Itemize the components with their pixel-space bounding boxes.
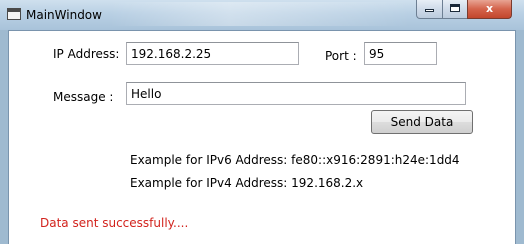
minimize-icon [425,9,434,12]
window-icon[interactable] [7,8,21,20]
minimize-button[interactable] [416,0,443,19]
close-icon: x [485,2,494,15]
title-bar-glass [110,2,410,26]
ip-address-input[interactable] [126,42,299,65]
message-label: Message : [53,90,114,104]
port-input[interactable] [364,42,437,65]
status-message: Data sent successfully.... [40,216,189,230]
send-data-button[interactable]: Send Data [371,110,473,134]
main-window: MainWindow x IP Address: Port : Message … [0,0,524,244]
window-title: MainWindow [26,8,102,22]
maximize-icon [450,4,460,12]
client-area: IP Address: Port : Message : Send Data E… [8,30,516,244]
close-button[interactable]: x [467,0,512,19]
ipv6-example-text: Example for IPv6 Address: fe80::x916:289… [130,153,460,167]
message-input[interactable] [126,82,466,105]
port-label: Port : [325,49,357,63]
ip-address-label: IP Address: [53,47,120,61]
maximize-button[interactable] [442,0,468,19]
title-bar[interactable]: MainWindow x [0,0,524,30]
ipv4-example-text: Example for IPv4 Address: 192.168.2.x [130,176,364,190]
